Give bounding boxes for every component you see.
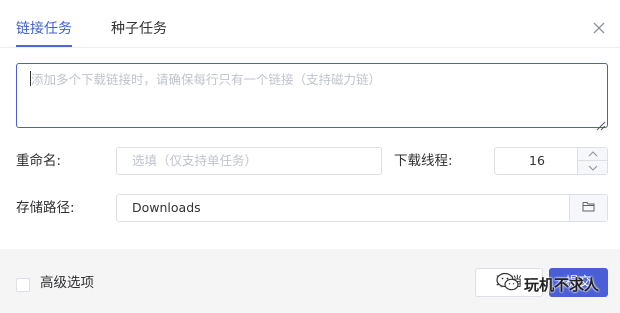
new-task-dialog: 链接任务 种子任务 添加多个下载链接时，请确保每行只有一个链接（支持磁力链） 重… <box>0 0 620 313</box>
cancel-button[interactable]: 取消 <box>475 268 543 297</box>
text-caret <box>30 71 31 86</box>
tab-seed-task[interactable]: 种子任务 <box>111 19 167 39</box>
rename-input[interactable]: 选填（仅支持单任务） <box>116 147 382 175</box>
save-path-label: 存储路径: <box>16 200 75 216</box>
tab-link-task[interactable]: 链接任务 <box>16 19 72 39</box>
save-path-input[interactable]: Downloads <box>116 194 608 222</box>
close-icon[interactable] <box>591 20 607 36</box>
browse-folder-button[interactable] <box>569 195 607 221</box>
save-path-value: Downloads <box>132 200 201 215</box>
url-textarea[interactable]: 添加多个下载链接时，请确保每行只有一个链接（支持磁力链） <box>16 63 608 128</box>
thread-count-stepper[interactable]: 16 <box>494 147 608 175</box>
submit-button[interactable]: 提交 <box>549 268 608 297</box>
url-textarea-placeholder: 添加多个下载链接时，请确保每行只有一个链接（支持磁力链） <box>31 72 382 87</box>
thread-count-label: 下载线程: <box>394 153 453 169</box>
folder-icon <box>582 195 595 221</box>
rename-placeholder: 选填（仅支持单任务） <box>132 153 258 168</box>
thread-count-value[interactable]: 16 <box>495 148 579 174</box>
stepper-controls <box>577 148 607 174</box>
chevron-up-icon[interactable] <box>578 148 607 161</box>
tabs-divider <box>0 47 620 48</box>
rename-label: 重命名: <box>16 153 62 169</box>
chevron-down-icon[interactable] <box>578 161 607 174</box>
advanced-options-checkbox[interactable] <box>16 278 30 292</box>
advanced-options-label[interactable]: 高级选项 <box>40 273 94 293</box>
resize-grip-icon[interactable] <box>596 116 606 131</box>
